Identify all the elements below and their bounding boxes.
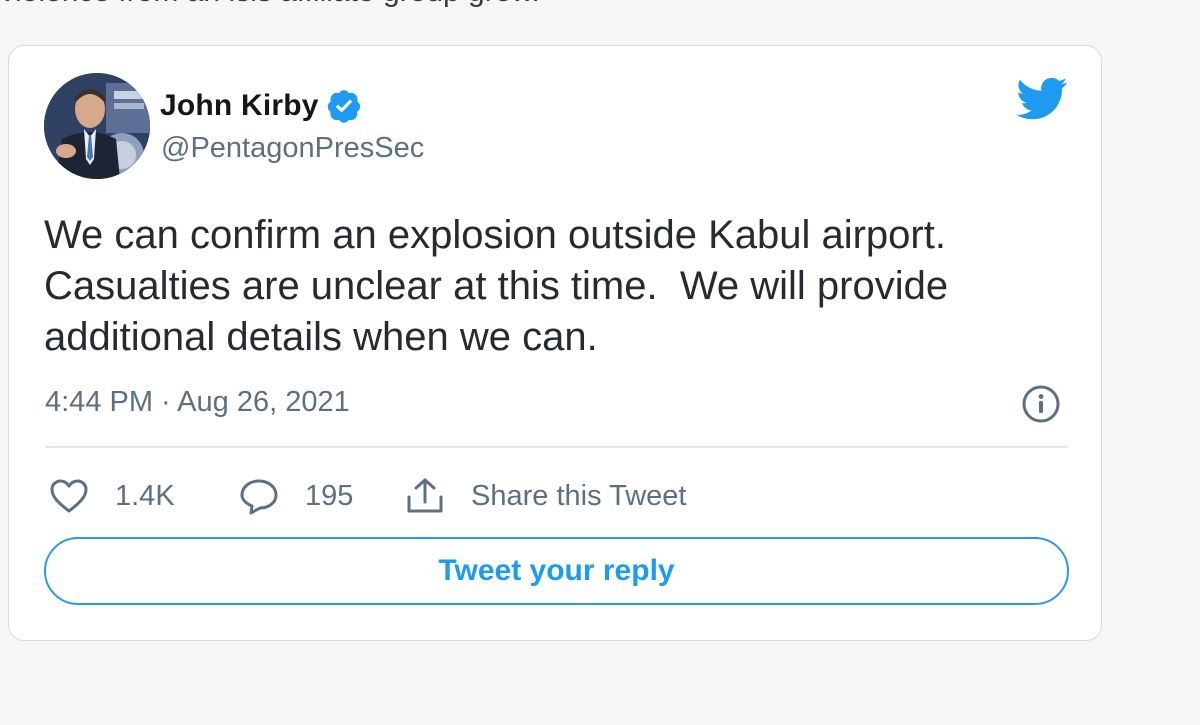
embedded-tweet-card[interactable]: John Kirby @PentagonPresSec We can confi…: [8, 45, 1102, 641]
tweet-timestamp[interactable]: 4:44 PM · Aug 26, 2021: [45, 386, 350, 419]
like-button[interactable]: 1.4K: [49, 478, 239, 514]
reply-count: 195: [305, 479, 354, 512]
author-name[interactable]: John Kirby: [160, 89, 319, 123]
divider: [45, 446, 1068, 448]
share-button[interactable]: Share this Tweet: [405, 477, 686, 515]
share-icon: [407, 478, 443, 513]
tweet-text: We can confirm an explosion outside Kabu…: [44, 210, 1064, 363]
info-icon[interactable]: [1021, 384, 1061, 424]
article-text-fragment: violence from an isis affiliate group gr…: [0, 0, 540, 10]
avatar[interactable]: [44, 73, 150, 179]
author-handle[interactable]: @PentagonPresSec: [161, 132, 424, 165]
tweet-your-reply-button[interactable]: Tweet your reply: [44, 537, 1069, 605]
comment-icon: [240, 479, 278, 515]
tweet-actions: 1.4K 195 Share this Tweet: [49, 474, 686, 518]
author-row: John Kirby: [160, 86, 361, 126]
tweet-text-line: We can confirm an explosion outside Kabu…: [44, 213, 946, 257]
heart-icon: [50, 479, 88, 513]
tweet-text-line: additional details when we can.: [44, 315, 598, 359]
page: violence from an isis affiliate group gr…: [0, 0, 1200, 725]
verified-badge-icon: [327, 89, 361, 123]
share-label: Share this Tweet: [471, 479, 687, 512]
tweet-text-line: Casualties are unclear at this time. We …: [44, 264, 949, 308]
reply-count-button[interactable]: 195: [239, 477, 405, 515]
like-count: 1.4K: [115, 479, 175, 512]
twitter-bird-icon[interactable]: [1016, 76, 1068, 122]
